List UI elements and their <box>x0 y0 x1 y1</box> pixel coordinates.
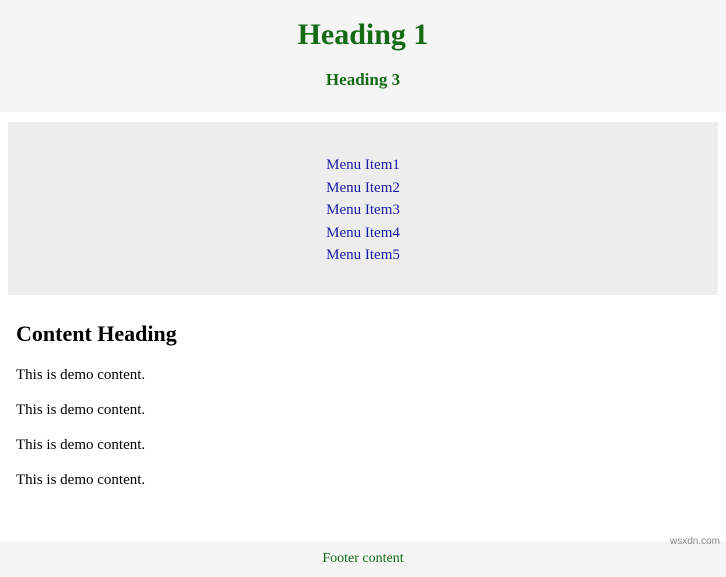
nav-menu: Menu Item1 Menu Item2 Menu Item3 Menu It… <box>8 122 718 295</box>
page-title: Heading 1 <box>0 18 726 52</box>
content-paragraph: This is demo content. <box>16 437 710 454</box>
menu-item-4[interactable]: Menu Item4 <box>8 222 718 245</box>
page-header: Heading 1 Heading 3 <box>0 0 726 112</box>
content-section: Content Heading This is demo content. Th… <box>0 295 726 517</box>
menu-item-2[interactable]: Menu Item2 <box>8 177 718 200</box>
content-heading: Content Heading <box>16 321 710 347</box>
content-paragraph: This is demo content. <box>16 472 710 489</box>
menu-item-3[interactable]: Menu Item3 <box>8 199 718 222</box>
page-footer: Footer content <box>0 541 726 577</box>
footer-text: Footer content <box>322 551 403 566</box>
watermark: wsxdn.com <box>670 536 720 547</box>
menu-item-5[interactable]: Menu Item5 <box>8 244 718 267</box>
menu-item-1[interactable]: Menu Item1 <box>8 154 718 177</box>
content-paragraph: This is demo content. <box>16 402 710 419</box>
content-paragraph: This is demo content. <box>16 367 710 384</box>
page-subtitle: Heading 3 <box>0 70 726 90</box>
